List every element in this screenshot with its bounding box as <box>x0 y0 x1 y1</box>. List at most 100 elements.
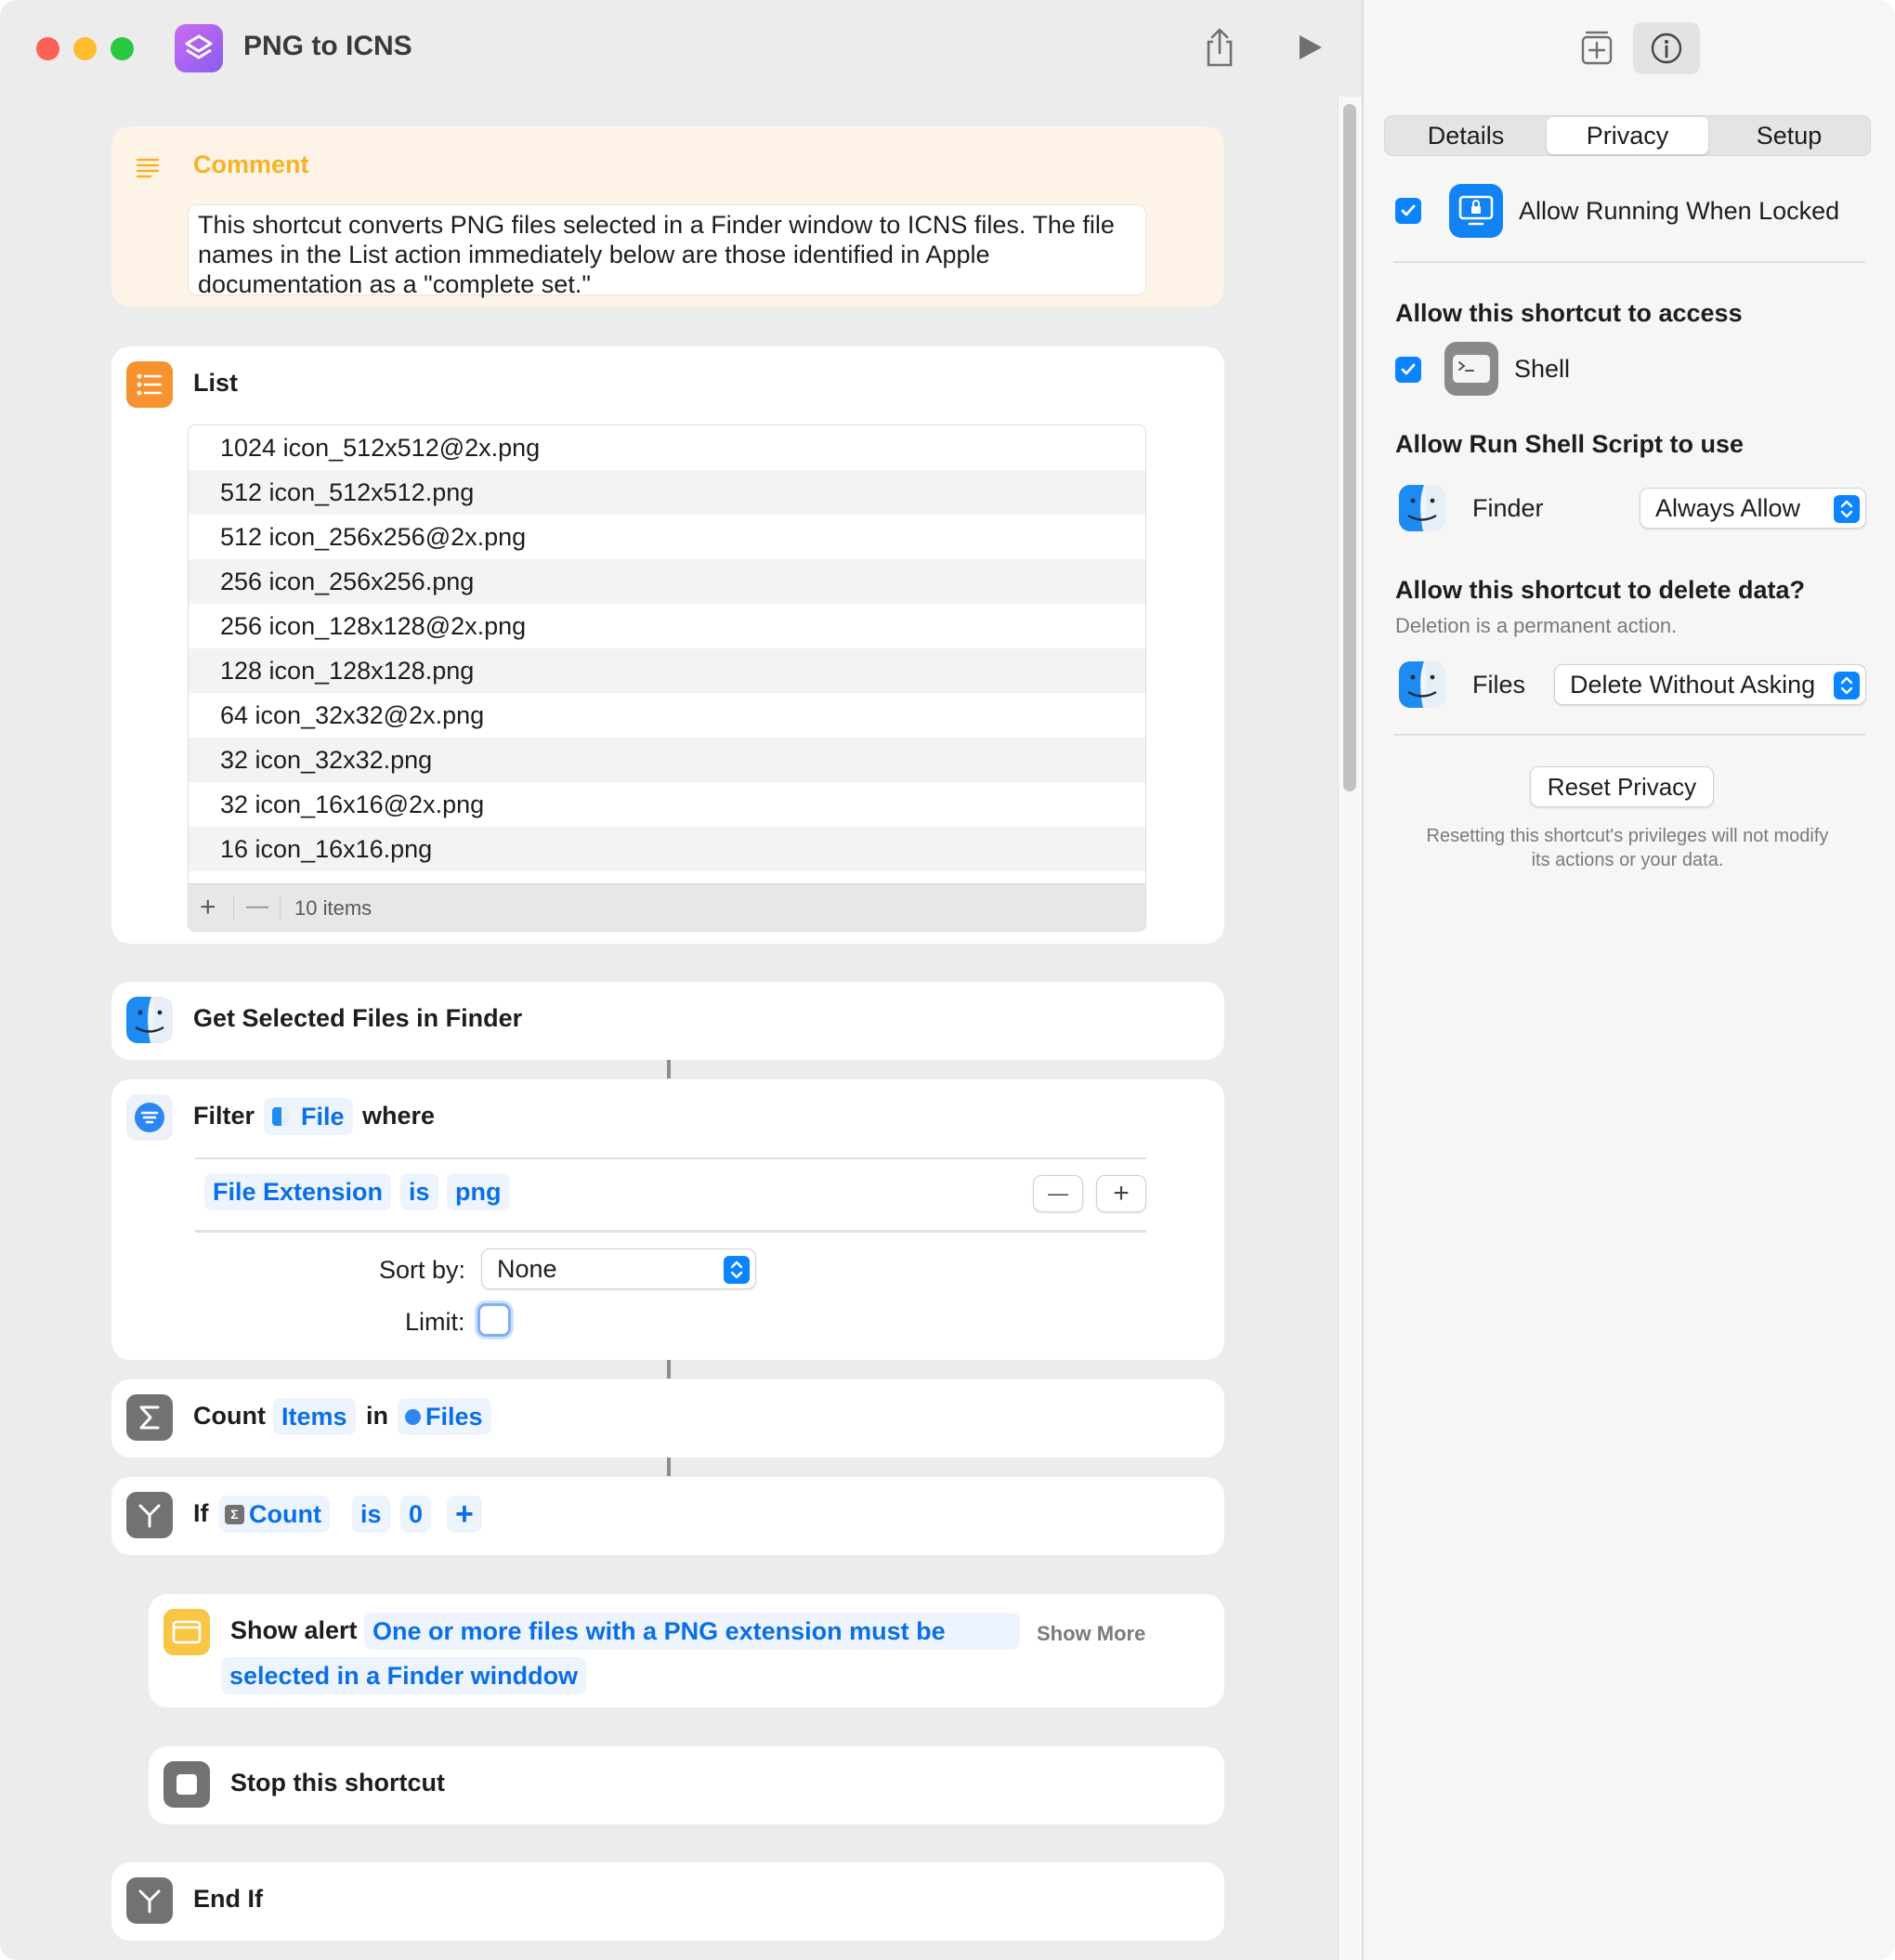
reset-privacy-button[interactable]: Reset Privacy <box>1530 766 1714 807</box>
get-selected-files-action[interactable]: Get Selected Files in Finder <box>111 982 1224 1060</box>
count-title: Count <box>193 1402 266 1430</box>
list-add-button[interactable]: + <box>200 892 216 923</box>
filter-action[interactable]: Filter File where File Extension is png … <box>111 1079 1224 1360</box>
count-items-token[interactable]: Items <box>273 1398 356 1435</box>
filter-title: Filter <box>193 1102 255 1130</box>
list-item[interactable]: 64 icon_32x32@2x.png <box>189 693 1145 738</box>
count-source-token[interactable]: Files <box>398 1398 491 1435</box>
alert-message-token-line2[interactable]: selected in a Finder winddow <box>221 1657 587 1694</box>
info-button[interactable] <box>1633 22 1700 74</box>
stop-shortcut-action[interactable]: Stop this shortcut <box>149 1746 1224 1824</box>
minimize-button[interactable] <box>73 37 97 60</box>
tab-privacy[interactable]: Privacy <box>1547 117 1708 154</box>
reset-note-line1: Resetting this shortcut's privileges wil… <box>1426 826 1829 846</box>
alert-message-token-line1[interactable]: One or more files with a PNG extension m… <box>364 1613 1020 1650</box>
chevron-updown-icon <box>1834 672 1860 699</box>
end-if-action[interactable]: End If <box>111 1862 1224 1940</box>
window-title: PNG to ICNS <box>243 31 412 61</box>
list-item[interactable]: 512 icon_512x512.png <box>189 470 1145 515</box>
end-if-title: End If <box>193 1885 263 1913</box>
filter-input-label: File <box>301 1103 345 1130</box>
filter-input-token[interactable]: File <box>264 1098 353 1135</box>
allow-locked-checkbox[interactable] <box>1395 198 1421 224</box>
if-add-condition-button[interactable]: + <box>447 1496 482 1533</box>
chevron-updown-icon <box>724 1256 750 1284</box>
chevron-updown-icon <box>1834 495 1860 523</box>
if-op-token[interactable]: is <box>352 1496 390 1533</box>
shell-label: Shell <box>1514 355 1571 383</box>
tab-setup[interactable]: Setup <box>1709 117 1869 154</box>
share-icon[interactable] <box>1201 26 1238 69</box>
delete-permission-select[interactable]: Delete Without Asking <box>1554 664 1866 705</box>
divider <box>195 1230 1146 1233</box>
inspector-pane <box>1362 0 1895 1960</box>
sigma-icon <box>126 1394 173 1441</box>
condition-op-token[interactable]: is <box>400 1173 438 1210</box>
sort-value: None <box>497 1255 557 1283</box>
if-action[interactable]: If Σ Count is 0 + <box>111 1477 1224 1555</box>
shortcut-app-icon <box>175 24 223 72</box>
filter-mini-icon <box>405 1409 421 1425</box>
filter-icon <box>126 1094 173 1141</box>
condition-field-token[interactable]: File Extension <box>204 1173 392 1210</box>
info-icon <box>1651 33 1682 64</box>
list-item[interactable]: 128 icon_128x128.png <box>189 648 1145 693</box>
connector <box>667 1457 671 1476</box>
alert-icon <box>163 1609 210 1655</box>
close-button[interactable] <box>36 37 59 60</box>
count-action[interactable]: Count Items in Files <box>111 1379 1224 1457</box>
stop-icon <box>163 1761 210 1808</box>
count-source-label: Files <box>425 1403 483 1431</box>
limit-checkbox[interactable] <box>477 1303 511 1337</box>
limit-label: Limit: <box>405 1308 465 1336</box>
tab-details[interactable]: Details <box>1386 117 1546 154</box>
finder-permission-select[interactable]: Always Allow <box>1640 488 1866 529</box>
sort-select[interactable]: None <box>481 1248 756 1289</box>
list-rows: 1024 icon_512x512@2x.png 512 icon_512x512… <box>189 425 1145 871</box>
list-item[interactable]: 32 icon_16x16@2x.png <box>189 782 1145 827</box>
branch-icon <box>126 1492 173 1538</box>
list-item[interactable]: 32 icon_32x32.png <box>189 738 1145 782</box>
list-item[interactable]: 1024 icon_512x512@2x.png <box>189 425 1145 470</box>
list-item[interactable]: 512 icon_256x256@2x.png <box>189 515 1145 559</box>
sort-label: Sort by: <box>379 1256 466 1284</box>
remove-condition-button[interactable]: — <box>1033 1175 1083 1212</box>
list-action[interactable]: List 1024 icon_512x512@2x.png 512 icon_51… <box>111 346 1224 944</box>
list-item[interactable]: 256 icon_128x128@2x.png <box>189 604 1145 648</box>
divider <box>1393 261 1865 263</box>
list-icon <box>126 361 173 408</box>
delete-subtext: Deletion is a permanent action. <box>1395 614 1678 637</box>
play-icon[interactable] <box>1294 32 1326 63</box>
filter-where: where <box>362 1102 436 1130</box>
shell-access-checkbox[interactable] <box>1395 357 1421 383</box>
comment-action[interactable]: Comment This shortcut converts PNG files… <box>111 126 1224 307</box>
divider <box>195 1157 1146 1159</box>
scrollbar-thumb[interactable] <box>1343 104 1356 791</box>
finder-mini-icon <box>272 1107 289 1126</box>
comment-text-field[interactable]: This shortcut converts PNG files selecte… <box>188 204 1146 298</box>
add-to-library-icon[interactable] <box>1578 28 1615 67</box>
connector <box>667 1060 671 1078</box>
show-alert-action[interactable]: Show alert One or more files with a PNG … <box>149 1594 1224 1707</box>
list-remove-button[interactable]: — <box>246 894 268 920</box>
zoom-button[interactable] <box>111 37 134 60</box>
branch-icon <box>126 1877 173 1924</box>
if-value-token[interactable]: 0 <box>400 1496 432 1533</box>
show-more-button[interactable]: Show More <box>1037 1622 1145 1646</box>
list-title: List <box>193 369 239 397</box>
delete-heading: Allow this shortcut to delete data? <box>1395 576 1806 604</box>
finder-icon <box>126 997 173 1043</box>
list-item[interactable]: 256 icon_256x256.png <box>189 559 1145 604</box>
connector <box>667 1360 671 1379</box>
alert-title: Show alert <box>230 1616 358 1644</box>
condition-value-token[interactable]: png <box>447 1173 510 1210</box>
finder-app-label: Finder <box>1472 494 1544 522</box>
get-selected-title: Get Selected Files in Finder <box>193 1004 523 1032</box>
list-item[interactable]: 16 icon_16x16.png <box>189 827 1145 871</box>
add-condition-button[interactable]: + <box>1096 1175 1146 1212</box>
if-title: If <box>193 1499 209 1527</box>
if-variable-token[interactable]: Σ Count <box>219 1496 330 1533</box>
list-footer: + — 10 items <box>189 883 1145 931</box>
sigma-mini-icon: Σ <box>225 1505 244 1524</box>
divider <box>1393 734 1865 736</box>
